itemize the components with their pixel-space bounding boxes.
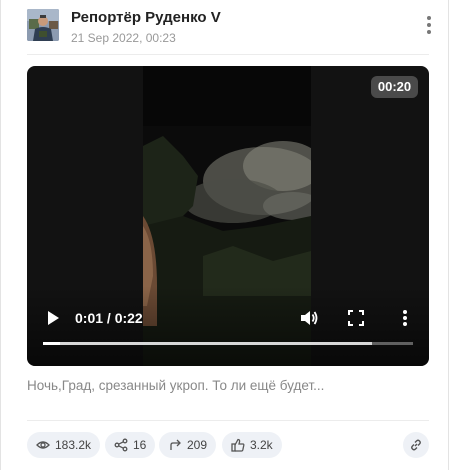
thumbs-up-icon [231,438,245,452]
forward-arrow-icon [170,439,181,450]
share-nodes-icon [114,438,128,452]
controls-overlay [27,286,429,366]
reactions-count: 3.2k [250,438,273,452]
views-stat[interactable]: 183.2k [27,432,101,458]
progress-bar[interactable] [43,342,413,345]
post-caption: Ночь,Град, срезанный укроп. То ли ещё бу… [27,378,325,393]
divider [27,420,429,421]
reactions-stat[interactable]: 3.2k [222,432,282,458]
shares-stat[interactable]: 16 [105,432,156,458]
video-player[interactable]: 00:20 0:01 / 0:22 [27,66,429,366]
progress-played [43,342,60,345]
progress-buffered [43,342,372,345]
views-count: 183.2k [55,438,92,452]
post-date: 21 Sep 2022, 00:23 [71,31,176,45]
link-icon[interactable] [403,432,429,458]
author-name[interactable]: Репортёр Руденко V [71,9,221,26]
duration-badge: 00:20 [371,76,418,98]
forwards-count: 209 [187,438,208,452]
play-icon[interactable] [45,310,61,326]
eye-icon [36,441,50,449]
fullscreen-icon[interactable] [347,309,365,327]
divider [27,54,429,55]
post-card: Репортёр Руденко V 21 Sep 2022, 00:23 00… [0,0,449,470]
forwards-stat[interactable]: 209 [159,432,217,458]
kebab-menu-icon[interactable] [422,13,436,37]
avatar[interactable] [27,9,59,41]
volume-icon[interactable] [299,308,319,328]
shares-count: 16 [133,438,147,452]
post-header: Репортёр Руденко V 21 Sep 2022, 00:23 [27,9,442,45]
more-vertical-icon[interactable] [401,308,409,328]
time-display: 0:01 / 0:22 [75,310,143,326]
